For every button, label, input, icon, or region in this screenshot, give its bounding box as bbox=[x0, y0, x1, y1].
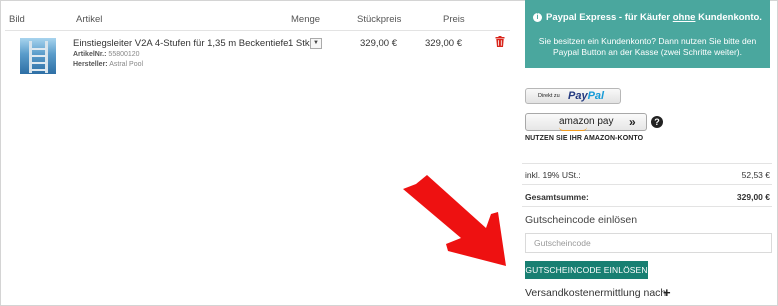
amazon-note: NUTZEN SIE IHR AMAZON-KONTO bbox=[525, 135, 644, 142]
quantity-value[interactable]: 1 Stk. bbox=[288, 38, 312, 49]
total-label: Gesamtsumme: bbox=[525, 192, 589, 202]
paypal-express-banner: i Paypal Express - für Käufer ohne Kunden… bbox=[525, 0, 770, 68]
product-article-no: ArtikelNr.: 55800120 bbox=[73, 51, 140, 58]
manufacturer-value: Astral Pool bbox=[109, 61, 144, 68]
redeem-voucher-button[interactable]: GUTSCHEINCODE EINLÖSEN bbox=[525, 261, 648, 279]
voucher-title: Gutscheincode einlösen bbox=[525, 214, 638, 226]
header-unit-price: Stückpreis bbox=[357, 14, 402, 25]
summary-divider-top bbox=[522, 163, 772, 164]
plus-icon[interactable]: + bbox=[663, 286, 671, 299]
info-icon: i bbox=[533, 13, 543, 22]
voucher-code-input[interactable] bbox=[525, 233, 772, 253]
header-quantity: Menge bbox=[291, 14, 321, 25]
product-name-link[interactable]: Einstiegsleiter V2A 4-Stufen für 1,35 m … bbox=[73, 38, 288, 49]
paypal-express-text: Sie besitzen ein Kundenkonto? Dann nutze… bbox=[538, 36, 757, 57]
total-value: 329,00 € bbox=[736, 192, 770, 202]
chevron-right-icon: » bbox=[629, 115, 636, 129]
vat-label: inkl. 19% USt.: bbox=[525, 170, 581, 180]
product-manufacturer: Hersteller: Astral Pool bbox=[73, 61, 143, 68]
article-no-value: 55800120 bbox=[108, 51, 140, 58]
quantity-dropdown-button[interactable]: ▼ bbox=[310, 38, 322, 49]
summary-divider-middle bbox=[522, 184, 772, 185]
amazon-smile-icon bbox=[559, 127, 587, 131]
shipping-cost-link[interactable]: Versandkostenermittlung nach bbox=[525, 287, 666, 299]
header-article: Artikel bbox=[76, 14, 103, 25]
line-price-value: 329,00 € bbox=[425, 38, 462, 49]
unit-price-value: 329,00 € bbox=[360, 38, 397, 49]
amazon-pay-button[interactable]: amazon pay » bbox=[525, 113, 647, 131]
help-icon[interactable]: ? bbox=[651, 116, 663, 128]
paypal-direct-label: Direkt zu bbox=[538, 93, 560, 99]
paypal-express-title: i Paypal Express - für Käufer ohne Kunden… bbox=[525, 12, 770, 23]
paypal-logo: PayPal bbox=[568, 90, 605, 102]
header-price: Preis bbox=[443, 14, 465, 25]
chevron-down-icon: ▼ bbox=[313, 40, 319, 46]
header-image: Bild bbox=[9, 14, 25, 25]
amazon-pay-logo: amazon pay bbox=[559, 116, 614, 127]
paypal-direct-button[interactable]: Direkt zu PayPal bbox=[525, 88, 621, 104]
vat-value: 52,53 € bbox=[741, 170, 770, 180]
article-no-label: ArtikelNr.: bbox=[73, 51, 107, 58]
header-divider bbox=[5, 30, 510, 31]
summary-divider-bottom bbox=[522, 206, 772, 207]
title-underlined: ohne bbox=[672, 12, 696, 23]
product-image[interactable] bbox=[20, 38, 56, 74]
trash-icon[interactable] bbox=[495, 36, 505, 47]
manufacturer-label: Hersteller: bbox=[73, 61, 108, 68]
